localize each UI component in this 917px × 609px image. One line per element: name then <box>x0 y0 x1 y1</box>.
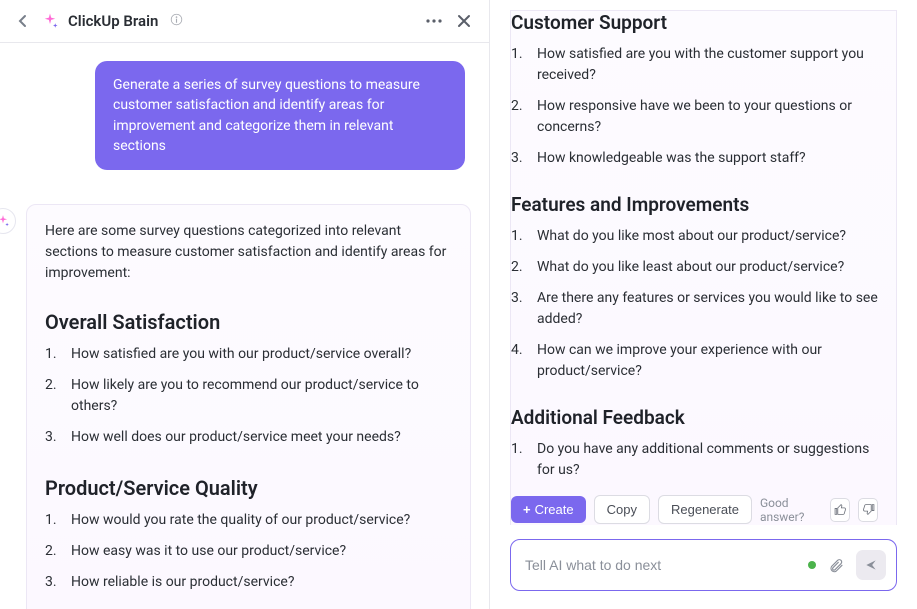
close-button[interactable] <box>453 10 475 32</box>
regenerate-button[interactable]: Regenerate <box>658 495 752 524</box>
right-panel: Customer Support How satisfied are you w… <box>490 0 917 609</box>
thumbs-down-button[interactable] <box>858 498 878 522</box>
plus-icon: + <box>523 502 531 517</box>
input-wrapper <box>490 525 917 609</box>
back-button[interactable] <box>14 12 32 30</box>
section-additional-feedback: Additional Feedback Do you have any addi… <box>511 406 878 481</box>
section-heading: Additional Feedback <box>511 406 878 429</box>
send-button[interactable] <box>856 550 886 580</box>
section-heading: Customer Support <box>511 11 878 34</box>
question-list: How satisfied are you with our product/s… <box>45 344 452 448</box>
chat-scroll[interactable]: Generate a series of survey questions to… <box>0 43 489 609</box>
list-item: What do you like most about our product/… <box>511 226 878 247</box>
more-options-button[interactable] <box>423 10 445 32</box>
question-list: Do you have any additional comments or s… <box>511 439 878 481</box>
question-list: How would you rate the quality of our pr… <box>45 510 452 593</box>
copy-button[interactable]: Copy <box>594 495 650 524</box>
thumbs-up-button[interactable] <box>830 498 850 522</box>
ai-response-card-continued: Customer Support How satisfied are you w… <box>510 10 897 525</box>
user-message-row: Generate a series of survey questions to… <box>18 61 471 170</box>
ai-response-card: Here are some survey questions categoriz… <box>26 204 471 609</box>
section-customer-support: Customer Support How satisfied are you w… <box>511 11 878 169</box>
section-heading: Overall Satisfaction <box>45 310 452 334</box>
actions-row: + Create Copy Regenerate Good answer? <box>511 495 878 524</box>
list-item: Do you have any additional comments or s… <box>511 439 878 481</box>
list-item: Are there any features or services you w… <box>511 288 878 330</box>
list-item: How likely are you to recommend our prod… <box>45 375 452 417</box>
header-bar: ClickUp Brain <box>0 0 489 43</box>
list-item: How satisfied are you with the customer … <box>511 44 878 86</box>
ai-intro-text: Here are some survey questions categoriz… <box>45 221 452 284</box>
right-scroll[interactable]: Customer Support How satisfied are you w… <box>490 0 917 525</box>
list-item: How would you rate the quality of our pr… <box>45 510 452 531</box>
list-item: How knowledgeable was the support staff? <box>511 148 878 169</box>
info-icon[interactable] <box>170 13 183 29</box>
list-item: How easy was it to use our product/servi… <box>45 541 452 562</box>
ai-prompt-input[interactable] <box>525 557 798 573</box>
list-item: What do you like least about our product… <box>511 257 878 278</box>
section-heading: Features and Improvements <box>511 193 878 216</box>
attachment-button[interactable] <box>826 555 846 575</box>
ai-avatar-icon <box>0 208 16 234</box>
ai-input-bar[interactable] <box>510 539 897 591</box>
user-message: Generate a series of survey questions to… <box>95 61 465 170</box>
left-panel: ClickUp Brain Generate a series of surve… <box>0 0 490 609</box>
ai-response-row: Here are some survey questions categoriz… <box>18 204 471 609</box>
section-overall-satisfaction: Overall Satisfaction How satisfied are y… <box>45 310 452 448</box>
status-indicator-icon <box>808 561 816 569</box>
list-item: How can we improve your experience with … <box>511 340 878 382</box>
good-answer-label: Good answer? <box>760 496 822 524</box>
question-list: How satisfied are you with the customer … <box>511 44 878 169</box>
app-title: ClickUp Brain <box>68 12 158 30</box>
section-heading: Product/Service Quality <box>45 476 452 500</box>
question-list: What do you like most about our product/… <box>511 226 878 382</box>
create-button[interactable]: + Create <box>511 496 586 523</box>
list-item: How responsive have we been to your ques… <box>511 96 878 138</box>
list-item: How well does our product/service meet y… <box>45 427 452 448</box>
list-item: How satisfied are you with our product/s… <box>45 344 452 365</box>
create-label: Create <box>535 502 574 517</box>
section-features-improvements: Features and Improvements What do you li… <box>511 193 878 382</box>
list-item: How reliable is our product/service? <box>45 572 452 593</box>
section-product-quality: Product/Service Quality How would you ra… <box>45 476 452 593</box>
ai-sparkle-icon <box>40 11 60 31</box>
